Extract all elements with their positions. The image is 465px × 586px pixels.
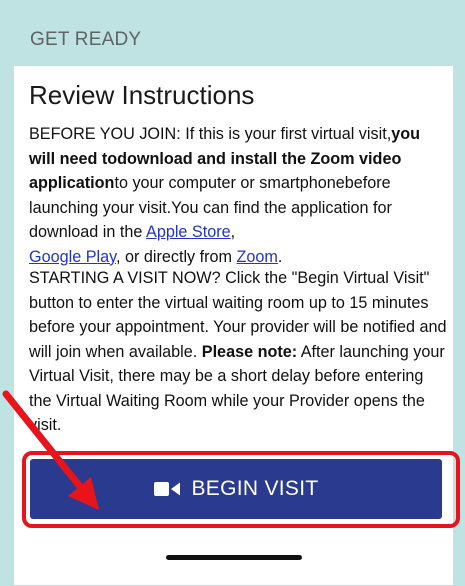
para1-text-4: , or directly from bbox=[115, 247, 237, 266]
para2-bold: Please note: bbox=[201, 342, 298, 361]
para1-text-5: . bbox=[277, 247, 283, 266]
card-title: Review Instructions bbox=[29, 80, 255, 110]
header-title: GET READY bbox=[30, 29, 142, 50]
zoom-link[interactable]: Zoom bbox=[237, 248, 278, 266]
home-indicator[interactable] bbox=[166, 555, 302, 560]
starting-visit-paragraph: STARTING A VISIT NOW? Click the "Begin V… bbox=[29, 266, 447, 447]
google-play-link[interactable]: Google Play bbox=[29, 248, 116, 266]
apple-store-link[interactable]: Apple Store bbox=[146, 223, 231, 241]
begin-visit-label: BEGIN VISIT bbox=[191, 477, 319, 500]
begin-visit-button[interactable]: BEGIN VISIT bbox=[30, 459, 442, 519]
left-frame bbox=[0, 0, 14, 586]
para1-text-3: , bbox=[230, 223, 236, 241]
video-camera-icon bbox=[153, 482, 180, 496]
before-you-join-paragraph: BEFORE YOU JOIN: If this is your first v… bbox=[29, 122, 447, 269]
get-ready-header: GET READY bbox=[0, 0, 465, 66]
right-frame bbox=[453, 0, 465, 586]
para1-text-1: BEFORE YOU JOIN: If this is your first v… bbox=[29, 125, 392, 143]
